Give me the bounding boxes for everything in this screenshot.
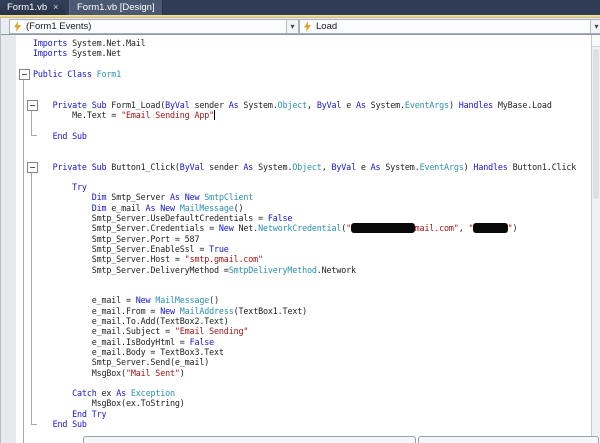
code-line [33,79,593,89]
outline-end-tick [31,424,37,425]
vertical-scrollbar[interactable] [591,35,600,443]
code-line [33,89,593,99]
code-line [33,120,593,130]
document-tab-bar: Form1.vb × Form1.vb [Design] [0,0,600,15]
tab-label: Form1.vb [Design] [77,2,155,13]
collapse-region-button[interactable] [19,69,30,80]
code-line: Imports System.Net.Mail [33,38,593,48]
code-line: Smtp_Server.DeliveryMethod =SmtpDelivery… [33,265,593,275]
code-line: Public Class Form1 [33,69,593,79]
code-line: Smtp_Server.UseDefaultCredentials = Fals… [33,213,593,223]
navigation-bar: (Form1 Events) ▾ Load ▾ [0,18,600,35]
code-line: e_mail = New MailMessage() [33,295,593,305]
event-lightning-icon [14,21,21,32]
code-line: Private Sub Button1_Click(ByVal sender A… [33,162,593,172]
code-line: Try [33,182,593,192]
code-line [33,151,593,161]
chevron-down-icon[interactable]: ▾ [286,20,298,33]
outline-line [31,173,32,424]
outline-line [23,80,24,443]
outline-line [31,111,32,135]
code-line: Smtp_Server.Host = "smtp.gmail.com" [33,254,593,264]
code-line: e_mail.From = New MailAddress(TextBox1.T… [33,306,593,316]
tab-label: Form1.vb [7,2,47,13]
code-line: Imports System.Net [33,48,593,58]
code-line [33,141,593,151]
code-line: Private Sub Form1_Load(ByVal sender As S… [33,100,593,110]
objects-dropdown[interactable]: (Form1 Events) ▾ [9,19,299,34]
code-line: e_mail.Subject = "Email Sending" [33,326,593,336]
code-line [33,172,593,182]
code-line: End Sub [33,131,593,141]
code-line: Smtp_Server.Port = 587 [33,234,593,244]
code-line [33,59,593,69]
code-line: Smtp_Server.Send(e_mail) [33,357,593,367]
code-line: Smtp_Server.Credentials = New Net.Networ… [33,223,593,233]
code-line: e_mail.IsBodyHtml = False [33,337,593,347]
code-line: Dim e_mail As New MailMessage() [33,203,593,213]
tab-form1-vb[interactable]: Form1.vb × [0,0,65,15]
collapse-region-button[interactable] [27,162,38,173]
code-line: MsgBox("Mail Sent") [33,368,593,378]
event-lightning-icon [304,21,311,32]
text-caret [214,110,215,120]
outline-end-tick [31,135,37,136]
code-line [33,275,593,285]
code-line: Smtp_Server.EnableSsl = True [33,244,593,254]
code-editor[interactable]: Imports System.Net.MailImports System.Ne… [0,35,600,443]
scrollbar-thumb[interactable] [593,49,599,199]
redacted-credential [473,223,507,233]
code-line: e_mail.To.Add(TextBox2.Text) [33,316,593,326]
code-line: Catch ex As Exception [33,388,593,398]
objects-dropdown-value: (Form1 Events) [26,21,286,32]
events-dropdown-value: Load [316,21,590,32]
code-line [33,378,593,388]
horizontal-scrollbar[interactable] [83,436,416,443]
code-line: Dim Smtp_Server As New SmtpClient [33,192,593,202]
events-dropdown[interactable]: Load ▾ [299,19,600,34]
horizontal-scrollbar[interactable] [418,436,599,443]
tab-form1-vb-design[interactable]: Form1.vb [Design] [69,0,163,15]
redacted-credential [351,223,415,233]
chevron-down-icon[interactable]: ▾ [590,20,600,33]
code-line: MsgBox(ex.ToString) [33,398,593,408]
visual-studio-editor-window: Form1.vb × Form1.vb [Design] (Form1 Even… [0,0,600,443]
code-line: End Sub [33,419,593,429]
code-line [33,285,593,295]
collapse-region-button[interactable] [27,100,38,111]
window-edge [0,18,1,443]
code-text[interactable]: Imports System.Net.MailImports System.Ne… [33,38,593,429]
code-line: Me.Text = "Email Sending App" [33,110,593,120]
code-line: End Try [33,409,593,419]
scroll-up-button[interactable] [592,35,600,47]
close-icon[interactable]: × [53,3,58,12]
breakpoint-margin[interactable] [0,35,16,443]
code-line: e_mail.Body = TextBox3.Text [33,347,593,357]
